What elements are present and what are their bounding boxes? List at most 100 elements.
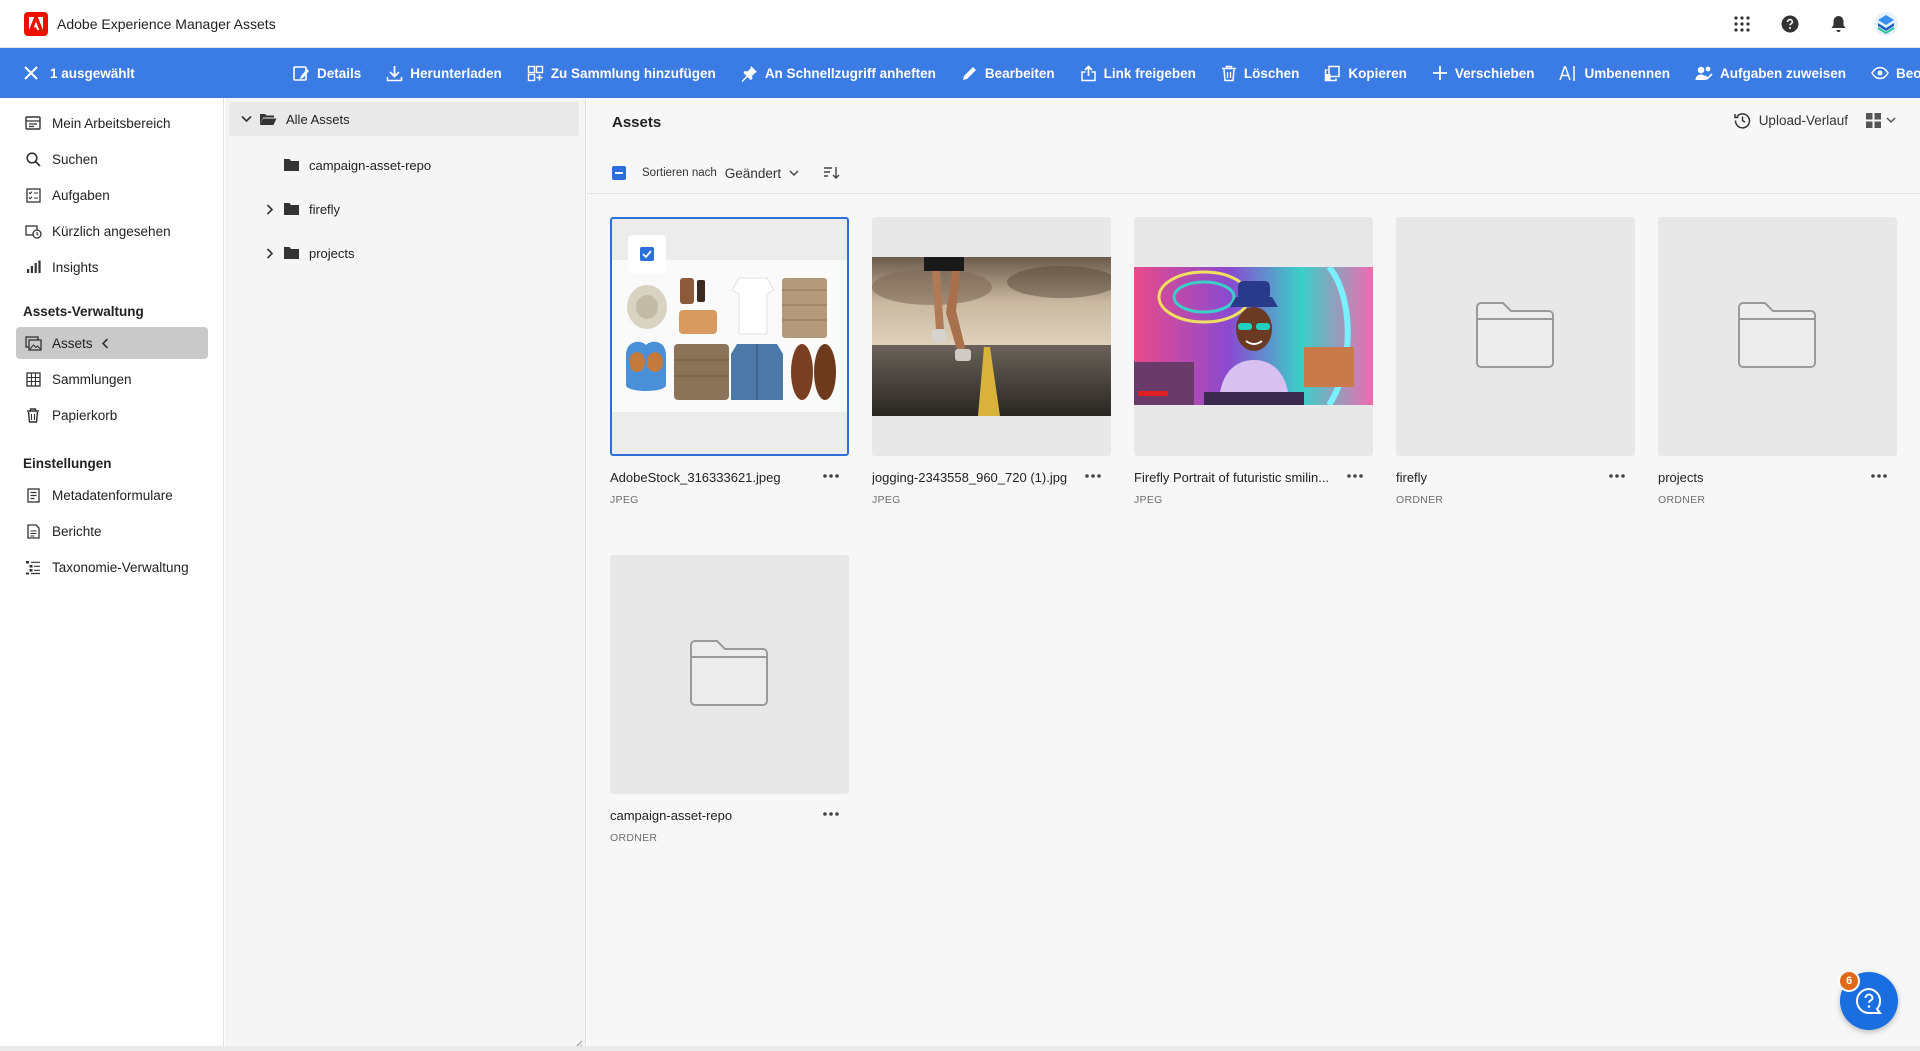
nav-item-label: Kürzlich angesehen xyxy=(52,223,171,239)
asset-thumbnail[interactable] xyxy=(610,217,849,456)
share-link-button[interactable]: Link freigeben xyxy=(1080,64,1196,82)
nav-item-insights[interactable]: Insights xyxy=(16,251,208,283)
tree-item-firefly[interactable]: firefly xyxy=(263,192,340,226)
nav-item-reports[interactable]: Berichte xyxy=(16,515,208,547)
tree-item-label: Alle Assets xyxy=(286,111,350,127)
user-avatar[interactable] xyxy=(1872,10,1900,38)
upload-history-button[interactable]: Upload-Verlauf xyxy=(1733,112,1848,129)
details-button[interactable]: Details xyxy=(292,64,361,82)
chevron-left-icon[interactable] xyxy=(101,337,109,349)
nav-item-tasks[interactable]: Aufgaben xyxy=(16,179,208,211)
settings-heading: Einstellungen xyxy=(23,456,112,471)
edit-icon xyxy=(962,66,976,80)
nav-item-recently-viewed[interactable]: Kürzlich angesehen xyxy=(16,215,208,247)
delete-icon xyxy=(1221,65,1236,81)
copy-label: Kopieren xyxy=(1348,65,1407,81)
nav-item-search[interactable]: Suchen xyxy=(16,143,208,175)
chevron-down-icon xyxy=(1886,117,1896,124)
more-options-icon[interactable] xyxy=(1605,467,1629,485)
copy-button[interactable]: Kopieren xyxy=(1324,65,1407,82)
help-icon[interactable] xyxy=(1776,10,1804,38)
download-button[interactable]: Herunterladen xyxy=(386,65,502,82)
asset-card-jogging[interactable]: jogging-2343558_960_720 (1).jpg JPEG xyxy=(872,217,1111,512)
folder-icon xyxy=(283,246,300,260)
selection-action-bar: 1 ausgewählt Details Herunterladen Zu Sa… xyxy=(0,48,1920,98)
apps-grid-icon[interactable] xyxy=(1728,10,1756,38)
more-options-icon[interactable] xyxy=(819,467,843,485)
asset-card-firefly-portrait[interactable]: Firefly Portrait of futuristic smilin...… xyxy=(1134,217,1373,512)
asset-card-projects-folder[interactable]: projects ORDNER xyxy=(1658,217,1897,512)
sort-dropdown[interactable]: Geändert xyxy=(725,166,799,181)
sort-label: Sortieren nach xyxy=(642,167,717,179)
details-label: Details xyxy=(317,65,362,81)
nav-item-label: Suchen xyxy=(52,151,98,167)
asset-thumbnail[interactable] xyxy=(872,217,1111,456)
sort-order-icon[interactable] xyxy=(823,166,840,180)
details-icon xyxy=(293,66,309,81)
portrait-image xyxy=(1134,267,1373,405)
asset-thumbnail[interactable] xyxy=(1658,217,1897,456)
download-icon xyxy=(386,65,403,81)
chevron-down-icon[interactable] xyxy=(239,112,253,126)
asset-type: ORDNER xyxy=(1396,494,1444,506)
tree-item-label: firefly xyxy=(309,201,341,217)
asset-thumbnail[interactable] xyxy=(610,555,849,794)
folder-tree-panel: Alle Assets campaign-asset-repo firefly … xyxy=(225,98,586,1051)
tree-item-projects[interactable]: projects xyxy=(263,236,355,270)
rename-button[interactable]: Umbenennen xyxy=(1559,65,1670,82)
selected-count: 1 ausgewählt xyxy=(50,65,135,81)
assign-tasks-label: Aufgaben zuweisen xyxy=(1719,65,1846,81)
more-options-icon[interactable] xyxy=(1081,467,1105,485)
more-options-icon[interactable] xyxy=(819,805,843,823)
recent-icon xyxy=(24,222,42,240)
delete-label: Löschen xyxy=(1243,65,1300,81)
tree-item-campaign-asset-repo[interactable]: campaign-asset-repo xyxy=(283,148,431,182)
asset-card-adobestock[interactable]: AdobeStock_316333621.jpeg JPEG xyxy=(610,217,849,512)
add-to-collection-button[interactable]: Zu Sammlung hinzufügen xyxy=(527,65,716,82)
nav-item-label: Aufgaben xyxy=(52,187,110,203)
asset-name: projects xyxy=(1658,470,1704,485)
nav-item-taxonomy[interactable]: Taxonomie-Verwaltung xyxy=(16,551,208,583)
notifications-bell-icon[interactable] xyxy=(1824,10,1852,38)
trash-icon xyxy=(24,406,42,424)
workspace-icon xyxy=(24,114,42,132)
asset-thumbnail[interactable] xyxy=(1396,217,1635,456)
nav-item-collections[interactable]: Sammlungen xyxy=(16,363,208,395)
move-icon xyxy=(1432,66,1447,80)
move-button[interactable]: Verschieben xyxy=(1432,65,1535,81)
more-options-icon[interactable] xyxy=(1867,467,1891,485)
asset-thumbnail[interactable] xyxy=(1134,217,1373,456)
view-switcher[interactable] xyxy=(1865,112,1896,129)
asset-card-campaign-folder[interactable]: campaign-asset-repo ORDNER xyxy=(610,555,849,850)
assign-tasks-icon xyxy=(1695,66,1713,80)
nav-item-metadata-forms[interactable]: Metadatenformulare xyxy=(16,479,208,511)
tree-item-all-assets[interactable]: Alle Assets xyxy=(229,102,579,136)
move-label: Verschieben xyxy=(1454,65,1535,81)
nav-item-label: Assets xyxy=(52,335,93,351)
card-checkbox[interactable] xyxy=(628,235,666,273)
flatlay-image xyxy=(612,260,847,412)
folder-icon xyxy=(690,640,768,706)
asset-name: campaign-asset-repo xyxy=(610,808,733,823)
watch-label: Beobachten xyxy=(1895,65,1920,81)
help-chat-icon xyxy=(1856,987,1882,1014)
close-selection-icon[interactable] xyxy=(22,64,40,82)
watch-icon xyxy=(1871,66,1889,80)
nav-item-my-workspace[interactable]: Mein Arbeitsbereich xyxy=(16,107,208,139)
nav-item-trash[interactable]: Papierkorb xyxy=(16,399,208,431)
pin-to-quick-access-button[interactable]: An Schnellzugriff anheften xyxy=(741,65,936,82)
watch-button[interactable]: Beobachten xyxy=(1871,66,1920,81)
nav-item-assets[interactable]: Assets xyxy=(16,327,208,359)
asset-type: ORDNER xyxy=(1658,494,1706,506)
rename-label: Umbenennen xyxy=(1584,65,1670,81)
nav-item-label: Sammlungen xyxy=(52,371,132,387)
select-all-checkbox[interactable] xyxy=(612,166,626,180)
chevron-right-icon[interactable] xyxy=(263,202,277,216)
edit-button[interactable]: Bearbeiten xyxy=(961,65,1055,82)
assign-tasks-button[interactable]: Aufgaben zuweisen xyxy=(1695,65,1846,82)
delete-button[interactable]: Löschen xyxy=(1221,65,1300,82)
chevron-right-icon[interactable] xyxy=(263,246,277,260)
more-options-icon[interactable] xyxy=(1343,467,1367,485)
asset-card-firefly-folder[interactable]: firefly ORDNER xyxy=(1396,217,1635,512)
adobe-logo-icon[interactable] xyxy=(24,11,48,36)
